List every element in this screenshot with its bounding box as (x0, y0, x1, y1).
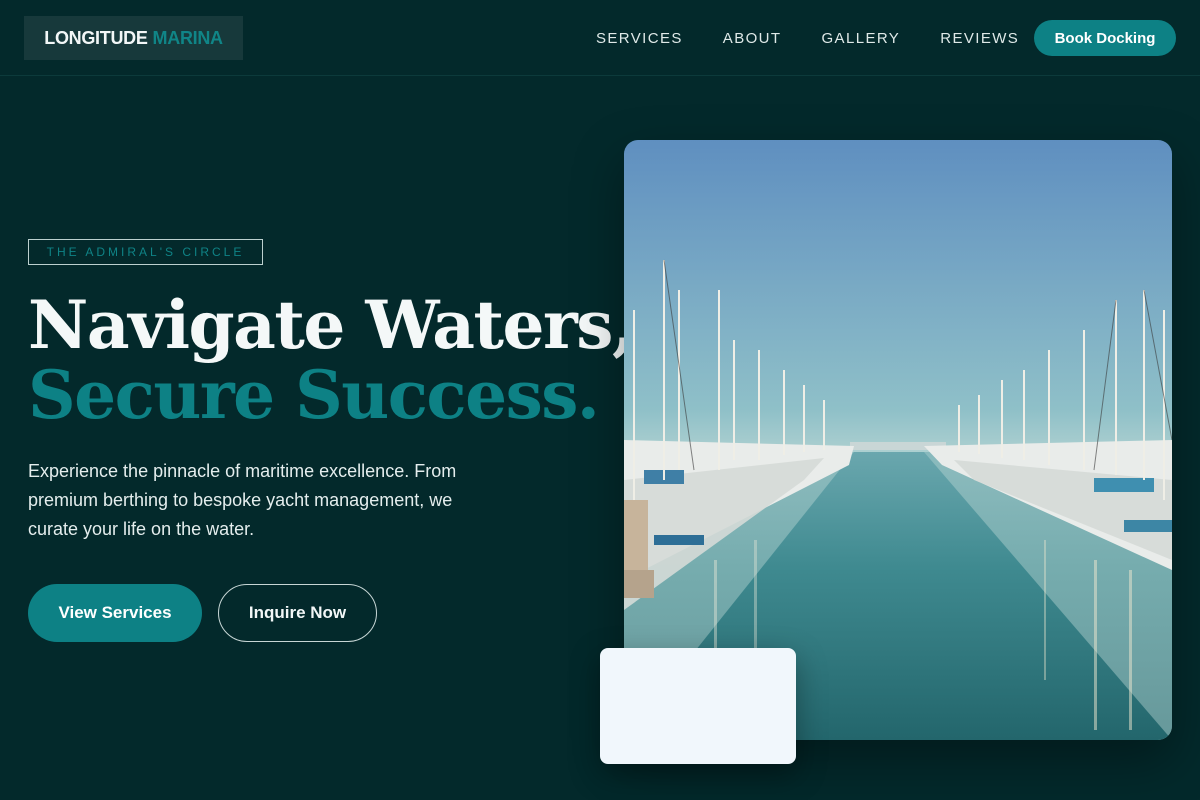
brand-name-primary: LONGITUDE (44, 27, 148, 48)
hero-description: Experience the pinnacle of maritime exce… (28, 461, 457, 539)
view-services-button[interactable]: View Services (28, 584, 202, 642)
main-nav: SERVICES ABOUT GALLERY REVIEWS (596, 0, 1019, 76)
hero-eyebrow-badge: THE ADMIRAL'S CIRCLE (28, 239, 263, 265)
inquire-now-button[interactable]: Inquire Now (218, 584, 377, 642)
site-header: LONGITUDE MARINA SERVICES ABOUT GALLERY … (0, 0, 1200, 76)
floating-info-card (600, 648, 796, 764)
hero-headline-line1: Navigate Waters, (28, 286, 635, 364)
nav-link-reviews[interactable]: REVIEWS (940, 30, 1019, 47)
nav-link-gallery[interactable]: GALLERY (821, 30, 900, 47)
hero-headline: Navigate Waters, Secure Success. (28, 286, 635, 434)
brand-name-accent: MARINA (152, 27, 224, 48)
book-docking-button[interactable]: Book Docking (1034, 20, 1176, 56)
landing-page: LONGITUDE MARINA SERVICES ABOUT GALLERY … (0, 0, 1200, 800)
nav-link-about[interactable]: ABOUT (723, 30, 782, 47)
hero-headline-line2: Secure Success. (28, 356, 600, 434)
nav-link-services[interactable]: SERVICES (596, 30, 683, 47)
brand-logo[interactable]: LONGITUDE MARINA (24, 16, 243, 60)
